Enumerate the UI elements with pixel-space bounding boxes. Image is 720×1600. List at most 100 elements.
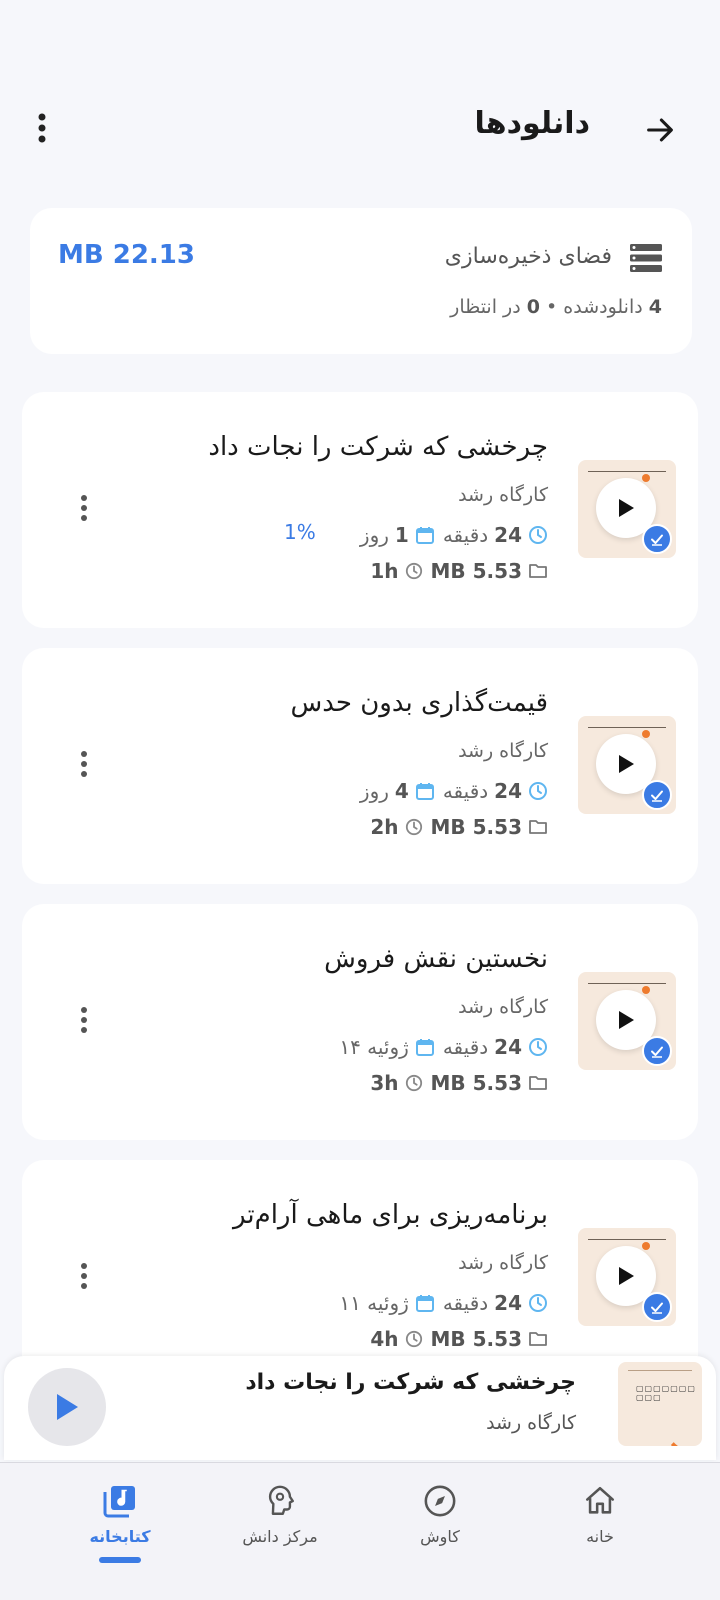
nav-item-home[interactable]: خانه [530, 1481, 670, 1567]
episode-card[interactable]: نخستین نقش فروش کارگاه رشد 24 دقیقه ۱۴ ژ… [22, 904, 698, 1140]
stats-separator: • [546, 296, 558, 318]
calendar-icon [415, 1039, 434, 1056]
duration-unit: دقیقه [442, 1035, 489, 1059]
mini-player-author: کارگاه رشد [486, 1412, 576, 1434]
episode-meta-row: 24 دقیقه 1 روز [332, 520, 548, 550]
downloaded-badge [642, 780, 672, 810]
folder-icon [529, 1076, 547, 1090]
episode-thumbnail[interactable] [578, 972, 676, 1070]
nav-item-explore[interactable]: کاوش [370, 1481, 510, 1567]
date-value: ۱۱ ژوئیه [339, 1291, 409, 1315]
mini-player-title: چرخشی که شرکت را نجات داد [245, 1370, 576, 1395]
episode-author: کارگاه رشد [458, 1252, 548, 1274]
episode-author: کارگاه رشد [458, 996, 548, 1018]
episode-more-button[interactable] [74, 1000, 94, 1040]
more-options-button[interactable] [26, 108, 58, 148]
mini-player-thumbnail: ▢▢▢▢▢▢▢ ▢▢▢ [618, 1362, 702, 1446]
time-value: 3h [370, 1071, 399, 1095]
date-value: 1 [394, 523, 409, 547]
duration-meta: 24 دقیقه [443, 1291, 548, 1315]
episode-thumbnail[interactable] [578, 460, 676, 558]
size-meta: MB 5.53 [431, 559, 548, 583]
episode-author: کارگاه رشد [458, 740, 548, 762]
episode-more-button[interactable] [74, 744, 94, 784]
downloaded-badge [642, 524, 672, 554]
nav-label-explore: کاوش [420, 1527, 460, 1546]
date-meta: ۱۴ ژوئیه [339, 1035, 434, 1059]
storage-icon [630, 244, 662, 272]
folder-icon [529, 1332, 547, 1346]
mini-player[interactable]: ▢▢▢▢▢▢▢ ▢▢▢ چرخشی که شرکت را نجات داد کا… [4, 1356, 716, 1460]
date-meta: 4 روز [360, 779, 435, 803]
nav-label-knowledge-center: مرکز دانش [242, 1527, 318, 1546]
storage-size: MB 22.13 [58, 240, 195, 270]
check-icon [651, 534, 663, 546]
clock-icon [405, 818, 422, 836]
episode-meta-row: 24 دقیقه ۱۱ ژوئیه [311, 1288, 548, 1318]
date-unit: روز [359, 523, 389, 547]
nav-label-library: کتابخانه [89, 1527, 151, 1546]
date-meta: 1 روز [360, 523, 435, 547]
duration-unit: دقیقه [442, 523, 489, 547]
time-meta: 1h [370, 559, 422, 583]
episode-title: برنامه‌ریزی برای ماهی آرام‌تر [233, 1200, 548, 1230]
arrow-right-icon [647, 118, 673, 142]
nav-label-home: خانه [586, 1527, 614, 1546]
library-icon [100, 1481, 140, 1521]
clock-icon [529, 1038, 547, 1056]
play-icon [57, 1394, 78, 1420]
play-icon [619, 499, 634, 517]
episode-file-row: MB 5.53 2h [342, 812, 548, 842]
more-vert-icon [38, 113, 46, 143]
downloaded-badge [642, 1036, 672, 1066]
episode-more-button[interactable] [74, 1256, 94, 1296]
clock-icon [405, 562, 422, 580]
episode-thumbnail[interactable] [578, 716, 676, 814]
episode-more-button[interactable] [74, 488, 94, 528]
date-value: ۱۴ ژوئیه [339, 1035, 409, 1059]
compass-icon [420, 1481, 460, 1521]
file-size: MB 5.53 [430, 559, 522, 583]
calendar-icon [415, 527, 434, 544]
mini-player-play-button[interactable] [28, 1368, 106, 1446]
storage-label: فضای ذخیره‌سازی [444, 244, 612, 269]
clock-icon [529, 1294, 547, 1312]
episode-title: قیمت‌گذاری بدون حدس [290, 688, 548, 718]
episode-file-row: MB 5.53 4h [342, 1324, 548, 1354]
calendar-icon [415, 783, 434, 800]
more-vert-icon [81, 751, 87, 777]
check-icon [651, 1302, 663, 1314]
duration-meta: 24 دقیقه [443, 523, 548, 547]
clock-icon [405, 1330, 422, 1348]
nav-item-knowledge-center[interactable]: مرکز دانش [210, 1481, 350, 1567]
more-vert-icon [81, 1263, 87, 1289]
file-size: MB 5.53 [430, 1327, 522, 1351]
date-meta: ۱۱ ژوئیه [339, 1291, 434, 1315]
more-vert-icon [81, 1007, 87, 1033]
nav-item-library[interactable]: کتابخانه [50, 1481, 190, 1567]
pending-label: در انتظار [450, 296, 521, 318]
duration-meta: 24 دقیقه [443, 779, 548, 803]
downloaded-count: 4 [648, 296, 662, 318]
episode-card[interactable]: قیمت‌گذاری بدون حدس کارگاه رشد 24 دقیقه … [22, 648, 698, 884]
episode-thumbnail[interactable] [578, 1228, 676, 1326]
back-button[interactable] [640, 110, 680, 150]
episode-card[interactable]: چرخشی که شرکت را نجات داد کارگاه رشد 24 … [22, 392, 698, 628]
episode-file-row: MB 5.53 3h [342, 1068, 548, 1098]
clock-icon [529, 526, 547, 544]
duration-value: 24 [494, 523, 522, 547]
downloaded-label: دانلودشده [563, 296, 643, 318]
time-meta: 2h [370, 815, 422, 839]
file-size: MB 5.53 [430, 815, 522, 839]
file-size: MB 5.53 [430, 1071, 522, 1095]
episode-title: نخستین نقش فروش [324, 944, 548, 974]
duration-meta: 24 دقیقه [443, 1035, 548, 1059]
episode-file-row: MB 5.53 1h [342, 556, 548, 586]
check-icon [651, 790, 663, 802]
duration-value: 24 [494, 1035, 522, 1059]
play-icon [619, 755, 634, 773]
downloaded-badge [642, 1292, 672, 1322]
active-tab-indicator [99, 1557, 141, 1563]
episode-progress: 1% [284, 520, 316, 544]
play-icon [619, 1011, 634, 1029]
